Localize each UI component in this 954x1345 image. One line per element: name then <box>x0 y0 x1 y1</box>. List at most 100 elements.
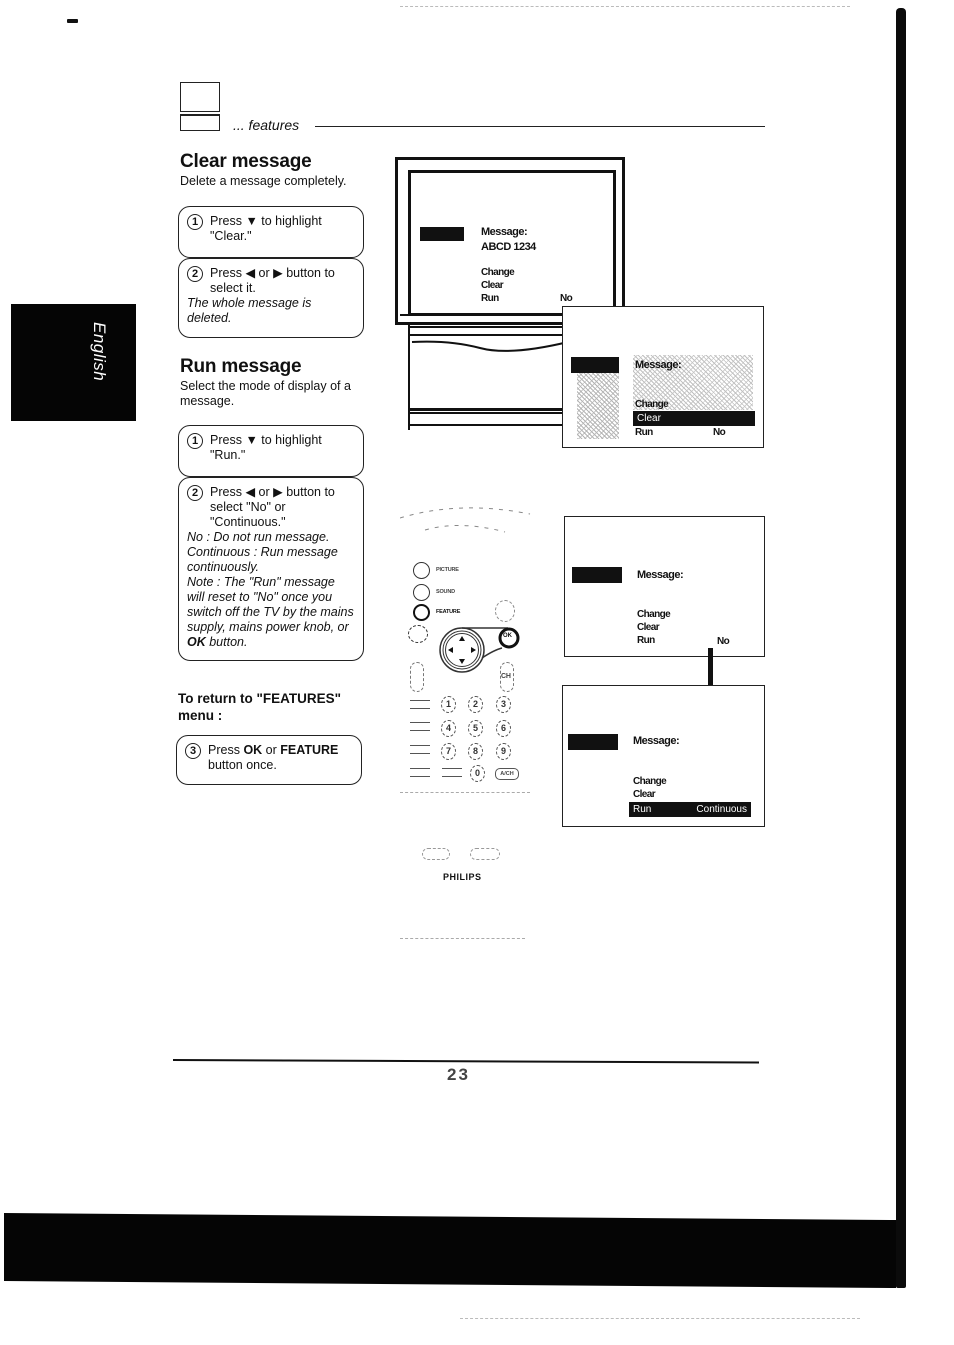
language-tab-label: English <box>90 322 109 382</box>
remote-bottom-divider <box>400 938 525 939</box>
tv-item-run: Run <box>481 293 499 304</box>
panel-run-value: No <box>717 636 730 647</box>
clear-step-2: 2 Press ◀ or ▶ button to select it. The … <box>178 258 364 338</box>
highlight-label: Run <box>633 804 652 815</box>
panel-highlight-clear[interactable]: Clear <box>633 411 755 426</box>
channel-label: CH <box>501 673 511 680</box>
step-number: 2 <box>187 485 203 501</box>
run-message-description: Select the mode of display of a message. <box>180 379 351 408</box>
run-step-1: 1 Press ▼ to highlight "Run." <box>178 425 364 477</box>
clear-message-title: Clear message <box>180 151 312 172</box>
return-step-3: 3 Press OK or FEATURE button once. <box>176 735 362 785</box>
step-note: The whole message is deleted. <box>187 296 312 325</box>
panel-item-run: Run <box>635 427 653 438</box>
teletext-button-left[interactable] <box>422 848 450 860</box>
page-number: 23 <box>447 1065 470 1084</box>
panel-item-change: Change <box>637 609 671 620</box>
osd-panel-clear: Message: Change Clear Run No <box>562 306 764 448</box>
left-arrow-icon: ◀ <box>245 266 256 280</box>
number-key[interactable]: 5 <box>468 720 483 737</box>
tv-run-value: No <box>560 293 573 304</box>
tv-item-clear: Clear <box>481 280 504 291</box>
sound-label: SOUND <box>436 589 455 595</box>
menu-title-block <box>568 734 618 750</box>
page-edge-shadow <box>896 8 906 1288</box>
left-arrow-icon: ◀ <box>245 485 256 499</box>
clear-message-description: Delete a message completely. <box>180 174 347 188</box>
number-key[interactable]: 8 <box>468 743 483 760</box>
right-arrow-icon: ▶ <box>273 485 283 499</box>
number-key[interactable]: 6 <box>496 720 511 737</box>
panel-item-change: Change <box>635 399 669 410</box>
mute-button[interactable] <box>495 600 515 622</box>
language-tab[interactable]: English <box>11 304 136 421</box>
picture-button[interactable] <box>413 562 430 579</box>
down-arrow-icon: ▼ <box>245 433 258 447</box>
panel-highlight-run[interactable]: Run Continuous <box>629 802 751 817</box>
function-key-1[interactable] <box>410 700 430 709</box>
highlight-value: Continuous <box>696 804 747 815</box>
video-button[interactable] <box>408 625 428 643</box>
number-key[interactable]: 0 <box>470 765 485 782</box>
feature-button[interactable] <box>413 604 430 621</box>
function-key-3[interactable] <box>410 745 430 754</box>
tv-screen: Message: ABCD 1234 Change Clear Run No <box>408 170 616 316</box>
number-key[interactable]: 4 <box>441 720 456 737</box>
menu-title-block <box>572 567 622 583</box>
panel-message-label: Message: <box>635 359 682 371</box>
step-number: 1 <box>187 433 203 449</box>
osd-panel-run-after: Message: Change Clear Run Continuous <box>562 685 765 827</box>
scan-noise <box>577 373 619 439</box>
osd-panel-run-before: Message: Change Clear Run No <box>564 516 765 657</box>
right-arrow-icon: ▶ <box>273 266 283 280</box>
panel-run-value: No <box>713 427 726 438</box>
panel-message-label: Message: <box>637 569 684 581</box>
menu-title-block <box>571 357 619 373</box>
remote-control: PICTURE SOUND FEATURE OK CH 1 2 3 4 5 6 … <box>400 500 535 960</box>
run-step-2: 2 Press ◀ or ▶ button to select "No" or … <box>178 477 364 661</box>
panel-item-clear: Clear <box>637 622 660 633</box>
footer-rule <box>172 1059 759 1064</box>
run-message-title: Run message <box>180 356 302 377</box>
note-continuous: Continuous : Run message continuously. <box>187 545 338 574</box>
feature-label: FEATURE <box>436 609 461 615</box>
tv-illustration: Message: ABCD 1234 Change Clear Run No <box>395 157 625 325</box>
scan-mark <box>67 19 78 23</box>
section-label: ... features <box>233 117 300 133</box>
panel-item-change: Change <box>633 776 667 787</box>
tv-cabinet-curve <box>411 340 569 352</box>
ok-button-label[interactable]: OK <box>503 633 512 639</box>
scan-noise-top <box>400 6 850 7</box>
function-key-2[interactable] <box>410 722 430 731</box>
return-heading: To return to "FEATURES" menu : <box>178 691 342 723</box>
function-key-5[interactable] <box>442 768 462 777</box>
number-key[interactable]: 7 <box>441 743 456 760</box>
step-number: 1 <box>187 214 203 230</box>
tv-message-label: Message: <box>481 226 528 238</box>
picture-label: PICTURE <box>436 567 459 573</box>
tv-message-value: ABCD 1234 <box>481 241 536 253</box>
volume-rocker[interactable] <box>410 662 424 692</box>
tv-set-icon <box>180 82 220 131</box>
brand-logo: PHILIPS <box>443 872 482 882</box>
down-arrow-icon: ▼ <box>245 214 258 228</box>
menu-title-block <box>420 227 464 241</box>
step-number: 2 <box>187 266 203 282</box>
remote-top-outline <box>400 507 531 533</box>
alternate-channel-button[interactable]: A/CH <box>495 768 519 780</box>
teletext-button-right[interactable] <box>470 848 500 860</box>
sound-button[interactable] <box>413 584 430 601</box>
panel-item-clear: Clear <box>633 789 656 800</box>
note-reset: Note : The "Run" message will reset to "… <box>187 575 354 649</box>
panel-message-label: Message: <box>633 735 680 747</box>
tv-item-change: Change <box>481 267 515 278</box>
scan-noise-bottom <box>460 1318 860 1319</box>
number-key[interactable]: 3 <box>496 696 511 713</box>
number-key[interactable]: 2 <box>468 696 483 713</box>
number-key[interactable]: 1 <box>441 696 456 713</box>
function-key-4[interactable] <box>410 768 430 777</box>
remote-divider <box>400 792 530 793</box>
number-key[interactable]: 9 <box>496 743 511 760</box>
note-no: No : Do not run message. <box>187 530 330 544</box>
bottom-scan-band <box>4 1213 896 1289</box>
